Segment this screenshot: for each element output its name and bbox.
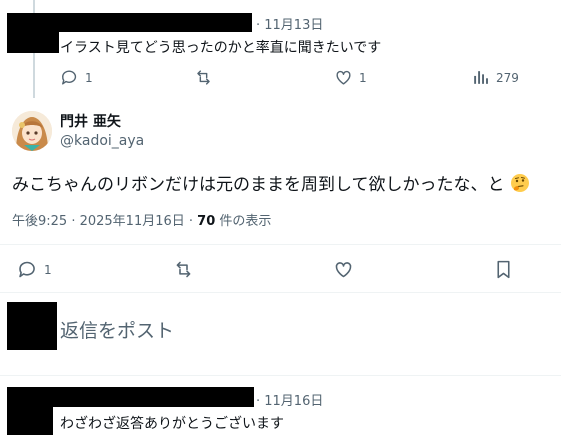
heart-icon (335, 262, 352, 278)
main-tweet-body: みこちゃんのリボンだけは元のままを周到して欲しかったな、と (12, 175, 505, 195)
redacted-username (53, 387, 254, 407)
redacted-composer-avatar (7, 302, 57, 350)
tweet-date[interactable]: · 11月13日 (256, 14, 323, 33)
reply-count: 1 (85, 70, 93, 85)
tweet-text: イラスト見てどう思ったのかと率直に聞きたいです (60, 40, 382, 56)
analytics-icon (474, 71, 488, 84)
redacted-username (59, 13, 252, 32)
main-repost-action[interactable] (173, 259, 194, 280)
views-label: 件の表示 (215, 214, 272, 229)
repost-icon (197, 70, 210, 85)
views-action[interactable]: 279 (471, 68, 519, 87)
repost-icon (176, 261, 191, 278)
redacted-avatar (7, 387, 53, 435)
reply-action[interactable]: 1 (60, 68, 93, 87)
author-name[interactable]: 門井 亜矢 (60, 111, 121, 131)
views-count: 279 (496, 70, 519, 85)
main-like-action[interactable] (333, 259, 354, 280)
bookmark-action[interactable] (493, 259, 514, 280)
reply-input[interactable]: 返信をポスト (60, 316, 174, 343)
repost-action[interactable] (194, 68, 213, 87)
main-reply-action[interactable]: 1 (17, 259, 52, 280)
reply-icon (19, 261, 35, 278)
bookmark-icon (497, 260, 510, 279)
tweet-metadata: 午後9:25 · 2025年11月16日 · 70 件の表示 (12, 210, 271, 229)
main-tweet-text: みこちゃんのリボンだけは元のままを周到して欲しかったな、と (12, 170, 530, 195)
avatar[interactable] (12, 111, 52, 151)
divider (0, 244, 561, 245)
redacted-avatar (7, 13, 59, 53)
avatar-illustration (12, 111, 52, 151)
thinking-face-icon (510, 174, 529, 192)
reply-icon (62, 70, 77, 85)
like-action[interactable]: 1 (334, 68, 367, 87)
main-reply-count: 1 (44, 262, 52, 277)
heart-icon (336, 70, 351, 85)
tweet-timestamp[interactable]: 午後9:25 · 2025年11月16日 · (12, 214, 197, 229)
divider (0, 292, 561, 293)
tweet-text: わざわざ返答ありがとうございます (60, 416, 284, 432)
like-count: 1 (359, 70, 367, 85)
divider (0, 375, 561, 376)
author-handle[interactable]: @kadoi_aya (60, 133, 144, 149)
views-number: 70 (197, 214, 216, 229)
tweet-date[interactable]: · 11月16日 (256, 390, 323, 409)
